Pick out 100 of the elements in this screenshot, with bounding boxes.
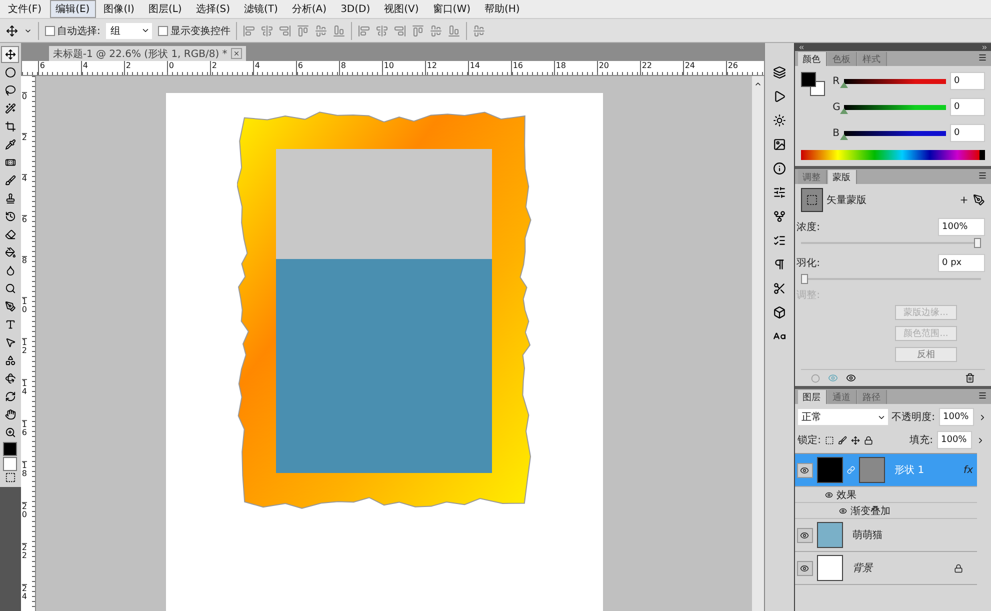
opacity-field[interactable]: 100%	[939, 408, 974, 426]
eye-icon[interactable]	[846, 373, 856, 383]
menu-item[interactable]: 文件(F)	[2, 0, 48, 18]
menu-item[interactable]: 分析(A)	[286, 0, 333, 18]
channel-value-field[interactable]: 0	[950, 124, 985, 142]
panel-tab[interactable]: 颜色	[798, 52, 827, 66]
align-icon[interactable]	[358, 24, 370, 36]
menu-item[interactable]: 图层(L)	[142, 0, 188, 18]
link-icon	[846, 466, 855, 474]
slider-thumb[interactable]	[840, 134, 848, 140]
slider-thumb[interactable]	[840, 82, 848, 88]
menu-item[interactable]: 窗口(W)	[426, 0, 476, 18]
trash-icon[interactable]	[965, 373, 975, 383]
scrollbar[interactable]	[752, 76, 764, 611]
lock-icon[interactable]	[864, 436, 873, 444]
align-icon[interactable]	[430, 24, 442, 36]
ruler-label: 6	[22, 215, 27, 256]
align-icon[interactable]	[279, 24, 292, 36]
align-icon[interactable]	[412, 24, 424, 36]
ruler-label: 8	[338, 61, 382, 75]
ruler-label: 6	[296, 61, 339, 75]
panel-menu-icon[interactable]	[978, 53, 987, 62]
ruler-label: 10	[382, 61, 425, 75]
checkbox-label: 自动选择:	[57, 24, 100, 38]
align-icon[interactable]	[315, 24, 328, 36]
mask-action-button[interactable]: 反相	[895, 347, 957, 362]
ruler-label: 16	[22, 420, 27, 461]
visibility-eye-icon[interactable]	[796, 561, 813, 576]
menu-item[interactable]: 视图(V)	[378, 0, 425, 18]
ruler-label: 0	[22, 92, 27, 133]
layer-row[interactable]: 萌萌猫	[794, 519, 977, 552]
align-icon[interactable]	[297, 24, 310, 36]
ruler-label: 2	[124, 61, 167, 75]
ruler-label: 18	[554, 61, 597, 75]
scroll-up-icon[interactable]	[754, 80, 762, 88]
layer-row[interactable]: 背景	[794, 552, 977, 585]
ruler-label: 2	[210, 61, 253, 75]
align-icon[interactable]	[333, 24, 346, 36]
panel-tab[interactable]: 图层	[798, 390, 827, 404]
ruler-label: 4	[252, 61, 296, 75]
effect-name: 渐变叠加	[850, 504, 891, 518]
menu-item[interactable]: 3D(D)	[334, 2, 376, 16]
move-tool-icon[interactable]	[6, 24, 18, 36]
menu-item[interactable]: 滤镜(T)	[238, 0, 284, 18]
channel-value-field[interactable]: 0	[950, 72, 985, 90]
slider-thumb[interactable]	[800, 274, 808, 284]
quick-mask-icon[interactable]	[4, 472, 16, 483]
ruler-label: 16	[510, 61, 554, 75]
color-spectrum-bar[interactable]	[800, 150, 985, 160]
auto-select-dropdown[interactable]: 组	[106, 22, 152, 38]
checkbox[interactable]	[158, 26, 168, 36]
checkbox[interactable]	[45, 26, 55, 36]
mask-thumbnail	[858, 457, 885, 483]
move-tool-icon[interactable]	[1, 46, 20, 63]
layer-name: 背景	[852, 562, 874, 575]
auto-align-icon[interactable]	[473, 24, 486, 36]
menu-item[interactable]: 图像(I)	[98, 0, 140, 18]
ruler-label: 4	[80, 61, 124, 75]
panel-menu-icon[interactable]	[978, 391, 987, 400]
layer-thumbnail	[816, 457, 843, 483]
layer-row[interactable]: 形状 1 fx	[794, 454, 977, 487]
background-color-swatch[interactable]	[3, 457, 18, 471]
channel-value-field[interactable]: 0	[950, 98, 985, 116]
menu-item[interactable]: 编辑(E)	[50, 0, 96, 18]
slider-thumb[interactable]	[840, 108, 848, 114]
add-pixel-mask-icon[interactable]	[959, 195, 969, 205]
slider-label: 羽化:	[796, 257, 821, 270]
menu-item[interactable]: 选择(S)	[190, 0, 236, 18]
panel-menu-icon[interactable]	[978, 171, 987, 180]
slider-thumb[interactable]	[974, 238, 981, 248]
ruler-label: 10	[22, 297, 27, 338]
align-icon[interactable]	[243, 24, 256, 36]
align-icon[interactable]	[448, 24, 460, 36]
panel-tab[interactable]: 蒙版	[828, 170, 857, 184]
color-swatches-icon[interactable]	[800, 72, 827, 98]
align-icon[interactable]	[394, 24, 406, 36]
eye-icon[interactable]	[824, 490, 833, 498]
align-icon[interactable]	[376, 24, 388, 36]
lock-transparency-icon[interactable]	[825, 436, 834, 444]
ruler-label: 14	[468, 61, 511, 75]
fill-field[interactable]: 100%	[937, 431, 972, 449]
align-icon[interactable]	[261, 24, 274, 36]
visibility-eye-icon[interactable]	[796, 463, 813, 478]
ruler-label: 24	[682, 61, 726, 75]
slider-value-field[interactable]: 0 px	[938, 254, 985, 272]
lock-label: 锁定:	[798, 434, 821, 447]
slider-value-field[interactable]: 100%	[938, 218, 985, 236]
lock-move-icon[interactable]	[851, 436, 860, 444]
add-vector-mask-icon[interactable]	[973, 194, 985, 206]
channel-label: G	[832, 102, 840, 112]
slider-label: 浓度:	[796, 220, 821, 234]
visibility-eye-icon[interactable]	[796, 528, 813, 543]
lock-brush-icon[interactable]	[838, 436, 847, 444]
menu-item[interactable]: 帮助(H)	[478, 0, 526, 18]
close-icon[interactable]	[231, 48, 242, 59]
ruler-label: 12	[424, 61, 468, 75]
eye-icon[interactable]	[838, 506, 847, 514]
document-tab[interactable]: 未标题-1 @ 22.6% (形状 1, RGB/8) *	[48, 46, 246, 61]
blend-mode-dropdown[interactable]: 正常	[798, 409, 888, 425]
foreground-color-swatch[interactable]	[3, 442, 18, 456]
